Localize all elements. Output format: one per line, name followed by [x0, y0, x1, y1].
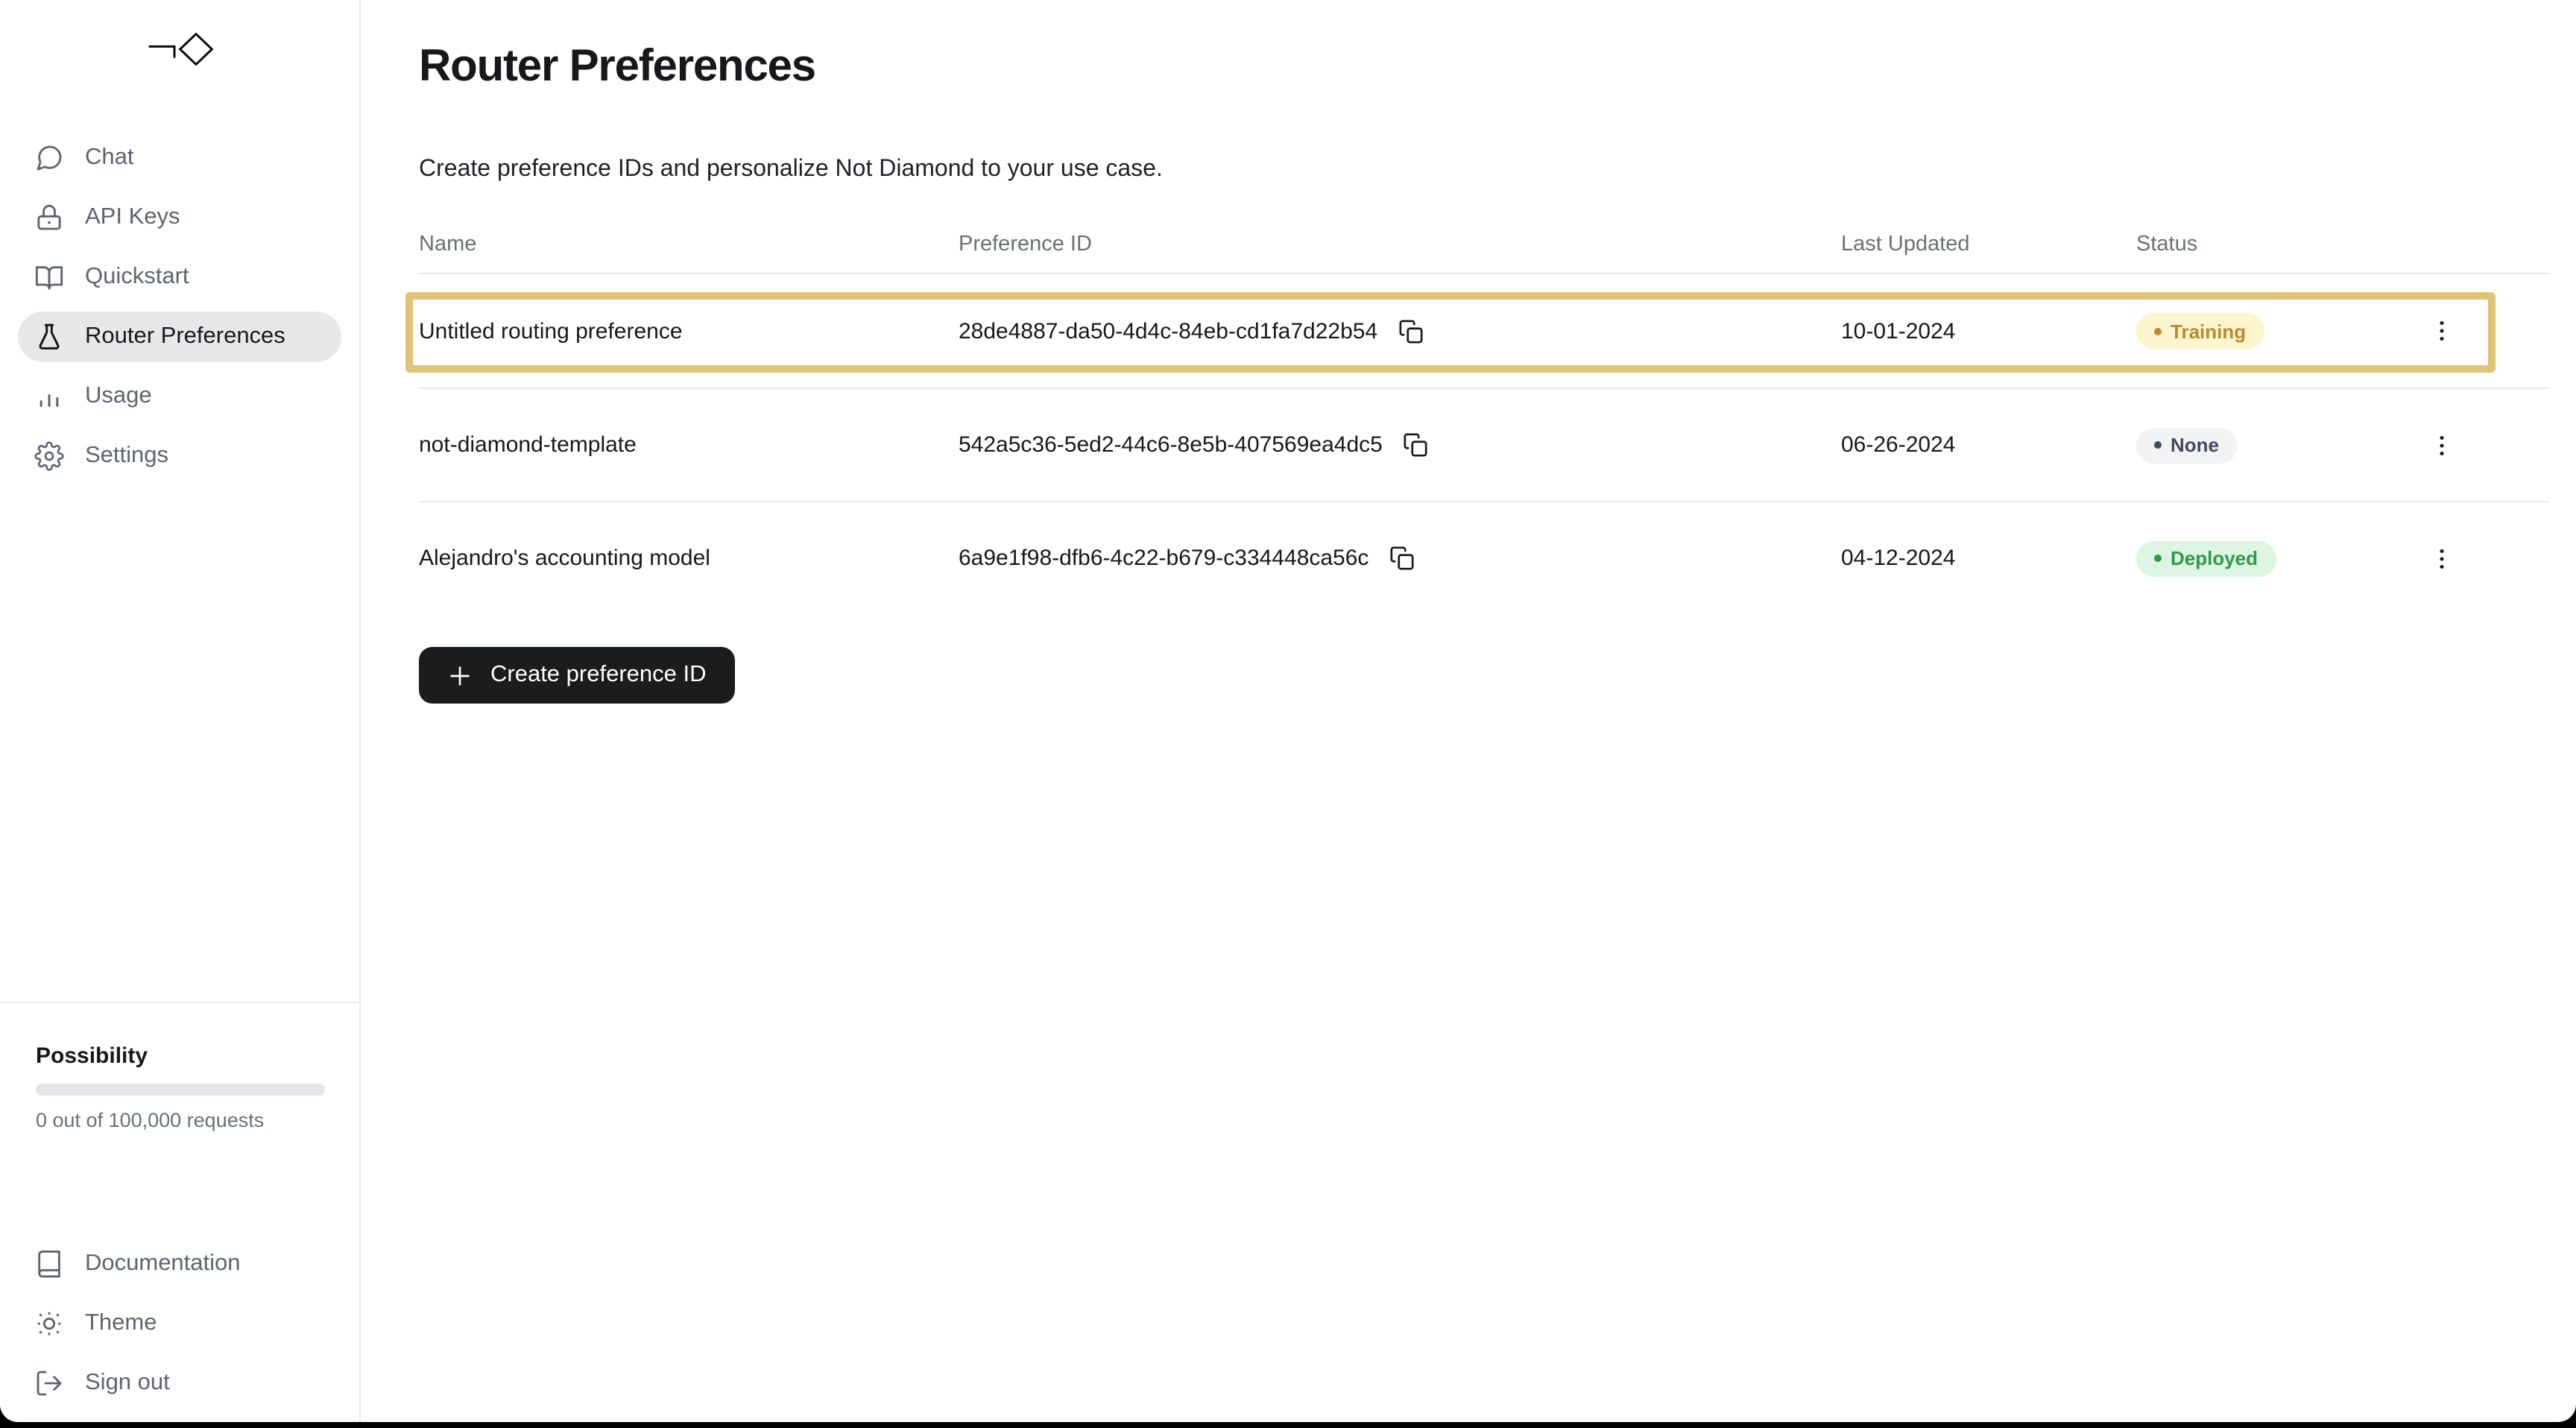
status-badge: Deployed — [2136, 540, 2276, 576]
flask-icon — [34, 322, 64, 352]
sidebar: Chat API Keys Quickstart — [0, 0, 361, 1422]
book-icon — [34, 1249, 64, 1279]
preference-name: Alejandro's accounting model — [419, 546, 959, 571]
bar-chart-icon — [34, 382, 64, 411]
preference-id: 542a5c36-5ed2-44c6-8e5b-407569ea4dc5 — [959, 432, 1383, 458]
sidebar-item-usage[interactable]: Usage — [18, 371, 341, 422]
usage-text: 0 out of 100,000 requests — [36, 1109, 325, 1133]
status-dot — [2154, 555, 2162, 562]
status-dot — [2154, 441, 2162, 449]
status-badge: Training — [2136, 313, 2264, 349]
table-row[interactable]: Alejandro's accounting model 6a9e1f98-df… — [419, 501, 2549, 614]
page-title: Router Preferences — [419, 40, 2576, 94]
plus-icon — [447, 663, 473, 688]
plan-name: Possibility — [36, 1043, 325, 1070]
sidebar-footer: Documentation Theme Sign out — [0, 1239, 359, 1418]
sidebar-item-label: Theme — [85, 1310, 157, 1337]
main-content: Router Preferences Create preference IDs… — [419, 0, 2576, 704]
sidebar-divider — [0, 1002, 359, 1003]
preference-id: 6a9e1f98-dfb6-4c22-b679-c334448ca56c — [959, 546, 1368, 571]
copy-icon — [1398, 318, 1423, 344]
sun-icon — [34, 1309, 64, 1339]
row-menu-button[interactable] — [2420, 310, 2462, 352]
gear-icon — [34, 441, 64, 471]
copy-button[interactable] — [1392, 313, 1428, 349]
copy-icon — [1403, 432, 1428, 458]
copy-button[interactable] — [1383, 540, 1419, 576]
lock-icon — [34, 203, 64, 233]
status-badge: None — [2136, 427, 2237, 463]
page-subtitle: Create preference IDs and personalize No… — [419, 155, 2576, 183]
row-menu-button[interactable] — [2420, 424, 2462, 466]
sidebar-item-quickstart[interactable]: Quickstart — [18, 252, 341, 303]
copy-button[interactable] — [1398, 427, 1433, 463]
sign-out-icon — [34, 1368, 64, 1398]
last-updated: 04-12-2024 — [1841, 546, 2136, 571]
sidebar-item-api-keys[interactable]: API Keys — [18, 192, 341, 243]
sidebar-item-label: Settings — [85, 443, 168, 470]
table-row[interactable]: Untitled routing preference 28de4887-da5… — [419, 274, 2549, 388]
sidebar-item-documentation[interactable]: Documentation — [18, 1239, 341, 1289]
sidebar-item-chat[interactable]: Chat — [18, 133, 341, 183]
copy-icon — [1389, 546, 1414, 571]
sidebar-item-label: Documentation — [85, 1251, 241, 1277]
sidebar-nav: Chat API Keys Quickstart — [0, 133, 359, 490]
kebab-menu-icon — [2428, 545, 2455, 572]
usage-panel: Possibility 0 out of 100,000 requests — [36, 1043, 325, 1133]
preference-name: Untitled routing preference — [419, 318, 959, 344]
usage-progress-bar — [36, 1084, 325, 1096]
column-header-preference-id: Preference ID — [959, 232, 1841, 256]
preference-id: 28de4887-da50-4d4c-84eb-cd1fa7d22b54 — [959, 318, 1377, 344]
column-header-name: Name — [419, 232, 959, 256]
sidebar-item-router-preferences[interactable]: Router Preferences — [18, 312, 341, 362]
sidebar-item-label: Quickstart — [85, 264, 189, 291]
sidebar-item-theme[interactable]: Theme — [18, 1298, 341, 1349]
column-header-status: Status — [2136, 232, 2333, 256]
kebab-menu-icon — [2428, 432, 2455, 458]
status-dot — [2154, 327, 2162, 335]
sidebar-item-label: Usage — [85, 383, 152, 410]
sidebar-item-label: API Keys — [85, 204, 180, 231]
last-updated: 10-01-2024 — [1841, 318, 2136, 344]
screen: Chat API Keys Quickstart — [0, 0, 2576, 1428]
chat-icon — [34, 143, 64, 173]
sidebar-item-label: Chat — [85, 145, 134, 171]
book-open-icon — [34, 262, 64, 292]
sidebar-item-settings[interactable]: Settings — [18, 431, 341, 481]
sidebar-item-label: Router Preferences — [85, 323, 285, 350]
create-preference-id-button[interactable]: Create preference ID — [419, 647, 735, 704]
last-updated: 06-26-2024 — [1841, 432, 2136, 458]
sidebar-item-sign-out[interactable]: Sign out — [18, 1358, 341, 1409]
preferences-table: Name Preference ID Last Updated Status U… — [419, 215, 2549, 614]
not-diamond-logo — [0, 33, 359, 66]
row-menu-button[interactable] — [2420, 537, 2462, 579]
kebab-menu-icon — [2428, 317, 2455, 344]
table-header-row: Name Preference ID Last Updated Status — [419, 215, 2549, 274]
table-row[interactable]: not-diamond-template 542a5c36-5ed2-44c6-… — [419, 388, 2549, 501]
preference-name: not-diamond-template — [419, 432, 959, 458]
app-window: Chat API Keys Quickstart — [0, 0, 2576, 1422]
column-header-last-updated: Last Updated — [1841, 232, 2136, 256]
sidebar-item-label: Sign out — [85, 1370, 170, 1397]
